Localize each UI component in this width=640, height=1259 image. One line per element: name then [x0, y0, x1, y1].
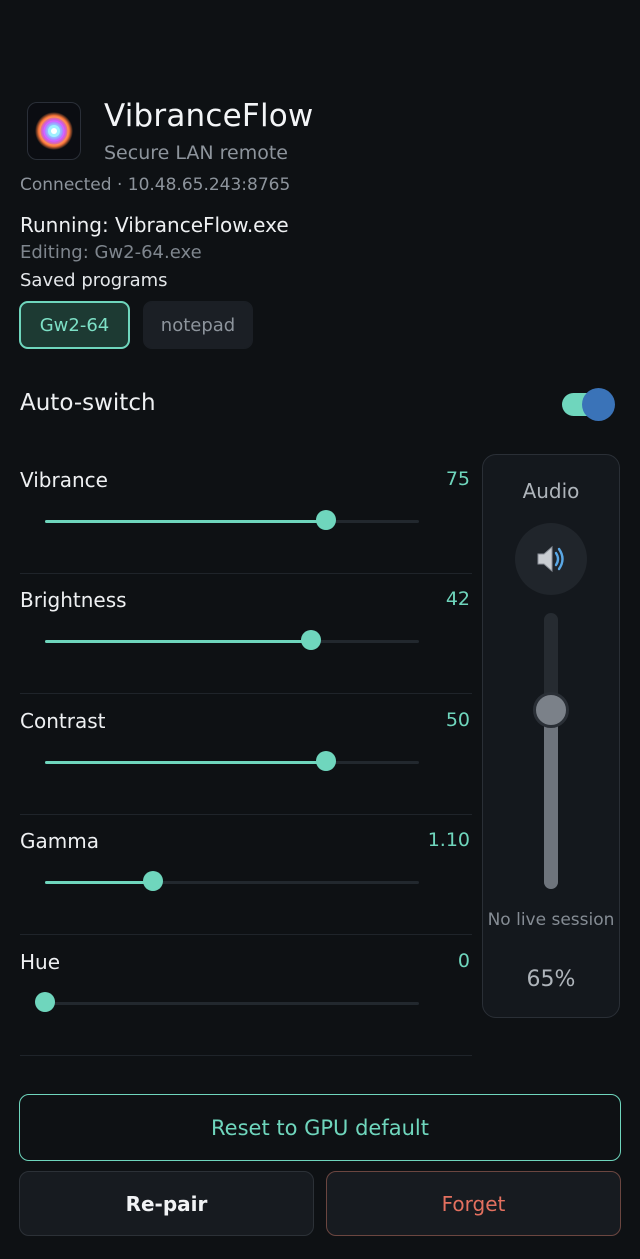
audio-volume-percent: 65% — [526, 967, 576, 992]
slider-value: 75 — [445, 468, 470, 490]
slider-thumb[interactable] — [300, 630, 321, 650]
slider-label: Gamma — [20, 829, 99, 853]
audio-panel: Audio No live session 65% — [482, 454, 620, 1018]
slider-label: Hue — [20, 950, 61, 974]
slider-value: 1.10 — [427, 829, 470, 851]
running-process: Running: VibranceFlow.exe — [20, 213, 289, 237]
slider-thumb[interactable] — [315, 510, 336, 530]
slider-thumb[interactable] — [315, 751, 336, 771]
app-title: VibranceFlow — [104, 98, 314, 134]
slider-value: 0 — [457, 950, 470, 972]
auto-switch-label: Auto-switch — [20, 390, 156, 416]
slider-fill — [45, 881, 154, 884]
slider-track[interactable] — [45, 1002, 419, 1005]
slider-hue: Hue 0 — [20, 936, 472, 1056]
slider-fill — [45, 640, 311, 643]
slider-thumb[interactable] — [35, 992, 55, 1012]
slider-value: 42 — [445, 588, 470, 610]
app-logo-icon — [27, 102, 81, 160]
audio-status: No live session — [487, 910, 615, 930]
slider-label: Vibrance — [20, 468, 108, 492]
slider-track[interactable] — [45, 640, 419, 643]
volume-slider-thumb[interactable] — [533, 691, 569, 728]
slider-track[interactable] — [45, 520, 419, 523]
app-screen: VibranceFlow Secure LAN remote Connected… — [0, 0, 640, 1259]
slider-contrast: Contrast 50 — [20, 695, 472, 815]
app-subtitle: Secure LAN remote — [104, 142, 288, 164]
audio-title: Audio — [522, 479, 580, 503]
volume-slider-track[interactable] — [544, 613, 558, 889]
toggle-knob — [582, 388, 615, 421]
mute-button[interactable] — [515, 523, 587, 595]
slider-value: 50 — [445, 709, 470, 731]
slider-label: Contrast — [20, 709, 106, 733]
slider-gamma: Gamma 1.10 — [20, 815, 472, 935]
saved-program-chip-notepad[interactable]: notepad — [143, 301, 253, 349]
slider-track[interactable] — [45, 881, 419, 884]
saved-program-chip-gw2-64[interactable]: Gw2-64 — [19, 301, 130, 349]
slider-vibrance: Vibrance 75 — [20, 454, 472, 574]
slider-thumb[interactable] — [143, 871, 164, 891]
slider-fill — [45, 520, 326, 523]
slider-label: Brightness — [20, 588, 127, 612]
reset-gpu-default-button[interactable]: Reset to GPU default — [19, 1094, 621, 1161]
slider-brightness: Brightness 42 — [20, 574, 472, 694]
re-pair-button[interactable]: Re-pair — [19, 1171, 314, 1236]
forget-button[interactable]: Forget — [326, 1171, 621, 1236]
connection-status: Connected · 10.48.65.243:8765 — [20, 175, 291, 195]
volume-slider-fill — [544, 709, 558, 889]
slider-fill — [45, 761, 326, 764]
speaker-icon — [537, 545, 564, 573]
editing-process: Editing: Gw2-64.exe — [20, 242, 202, 263]
auto-switch-toggle[interactable] — [562, 388, 616, 422]
slider-track[interactable] — [45, 761, 419, 764]
saved-programs-label: Saved programs — [20, 270, 168, 291]
